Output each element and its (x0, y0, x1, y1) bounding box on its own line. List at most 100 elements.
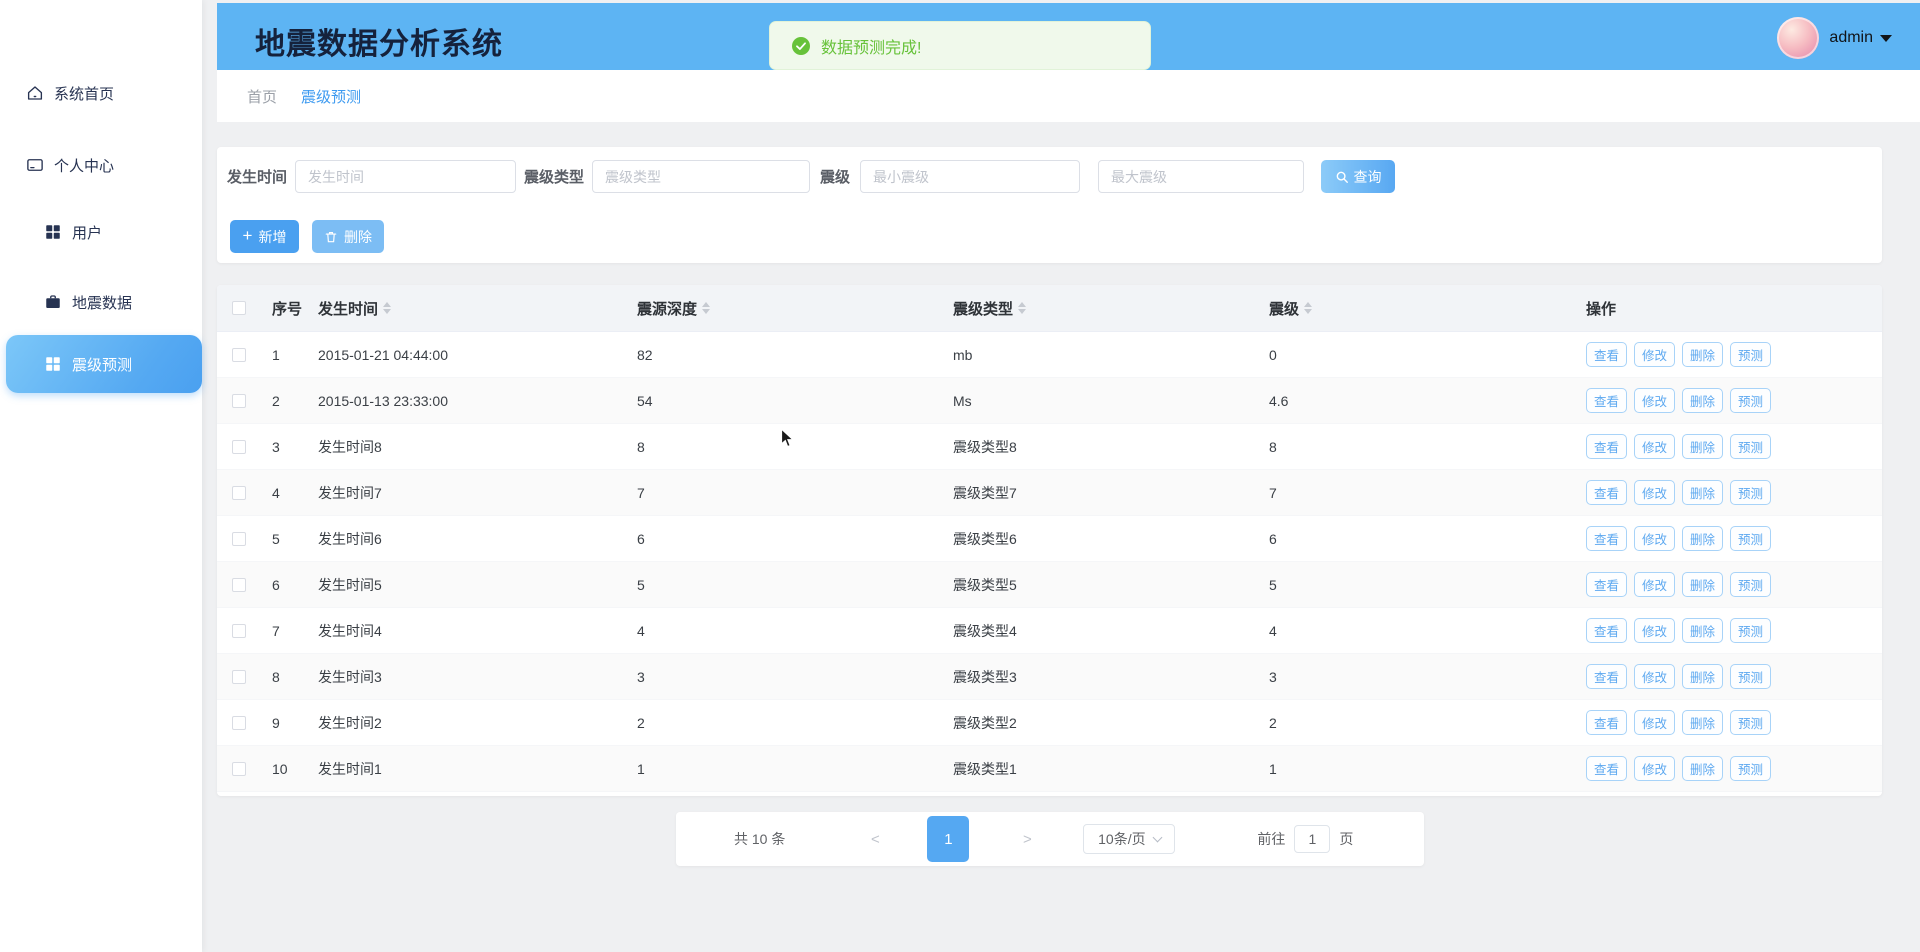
cell-depth: 7 (637, 485, 953, 501)
row-actions: 查看修改删除预测 (1586, 480, 1882, 505)
app-title: 地震数据分析系统 (255, 19, 503, 63)
column-header-magnitude[interactable]: 震级 (1269, 298, 1586, 319)
row-edit-button[interactable]: 修改 (1634, 756, 1675, 781)
min-magnitude-input[interactable] (860, 160, 1080, 193)
sidebar-item-system-home[interactable]: 系统首页 (0, 73, 202, 113)
sidebar-item-personal-center[interactable]: 个人中心 (0, 145, 202, 185)
row-checkbox[interactable] (232, 762, 246, 776)
column-header-label: 震级类型 (953, 298, 1013, 319)
goto-page-input[interactable] (1294, 825, 1330, 853)
row-predict-button[interactable]: 预测 (1730, 388, 1771, 413)
row-predict-button[interactable]: 预测 (1730, 710, 1771, 735)
sidebar-item-earthquake-data[interactable]: 地震数据 (0, 282, 202, 322)
goto-label: 前往 (1257, 829, 1285, 849)
row-view-button[interactable]: 查看 (1586, 756, 1627, 781)
row-predict-button[interactable]: 预测 (1730, 434, 1771, 459)
tab-magnitude-prediction[interactable]: 震级预测 (301, 86, 361, 107)
row-checkbox[interactable] (232, 716, 246, 730)
row-checkbox[interactable] (232, 670, 246, 684)
row-predict-button[interactable]: 预测 (1730, 572, 1771, 597)
row-delete-button[interactable]: 删除 (1682, 710, 1723, 735)
row-predict-button[interactable]: 预测 (1730, 618, 1771, 643)
column-header-occur_time[interactable]: 发生时间 (318, 298, 637, 319)
row-delete-button[interactable]: 删除 (1682, 434, 1723, 459)
column-header-label: 序号 (272, 298, 302, 319)
prev-page-button[interactable]: < (865, 831, 885, 848)
sidebar-item-magnitude-prediction[interactable]: 震级预测 (6, 335, 202, 393)
row-actions: 查看修改删除预测 (1586, 710, 1882, 735)
column-header-depth[interactable]: 震源深度 (637, 298, 953, 319)
row-predict-button[interactable]: 预测 (1730, 526, 1771, 551)
row-edit-button[interactable]: 修改 (1634, 710, 1675, 735)
row-checkbox[interactable] (232, 532, 246, 546)
row-checkbox[interactable] (232, 394, 246, 408)
row-edit-button[interactable]: 修改 (1634, 664, 1675, 689)
occur-time-label: 发生时间 (227, 166, 287, 187)
sort-arrows-icon[interactable] (383, 302, 391, 314)
user-menu[interactable]: admin (1777, 15, 1892, 61)
magnitude-type-input[interactable] (592, 160, 810, 193)
row-predict-button[interactable]: 预测 (1730, 756, 1771, 781)
cell-depth: 8 (637, 439, 953, 455)
row-view-button[interactable]: 查看 (1586, 480, 1627, 505)
select-all-checkbox[interactable] (232, 301, 246, 315)
next-page-button[interactable]: > (1017, 831, 1037, 848)
row-actions: 查看修改删除预测 (1586, 756, 1882, 781)
sort-arrows-icon[interactable] (1018, 302, 1026, 314)
sort-arrows-icon[interactable] (1304, 302, 1312, 314)
row-checkbox[interactable] (232, 578, 246, 592)
tab-home[interactable]: 首页 (247, 86, 277, 107)
row-checkbox[interactable] (232, 440, 246, 454)
row-edit-button[interactable]: 修改 (1634, 572, 1675, 597)
row-delete-button[interactable]: 删除 (1682, 342, 1723, 367)
row-actions: 查看修改删除预测 (1586, 526, 1882, 551)
cell-occur-time: 发生时间8 (318, 437, 637, 457)
column-header-mag_type[interactable]: 震级类型 (953, 298, 1269, 319)
row-edit-button[interactable]: 修改 (1634, 342, 1675, 367)
row-delete-button[interactable]: 删除 (1682, 572, 1723, 597)
row-view-button[interactable]: 查看 (1586, 710, 1627, 735)
row-delete-button[interactable]: 删除 (1682, 480, 1723, 505)
row-delete-button[interactable]: 删除 (1682, 618, 1723, 643)
magnitude-type-label: 震级类型 (524, 166, 584, 187)
row-delete-button[interactable]: 删除 (1682, 664, 1723, 689)
row-checkbox[interactable] (232, 348, 246, 362)
row-view-button[interactable]: 查看 (1586, 664, 1627, 689)
cell-occur-time: 发生时间2 (318, 713, 637, 733)
row-edit-button[interactable]: 修改 (1634, 480, 1675, 505)
row-view-button[interactable]: 查看 (1586, 434, 1627, 459)
row-view-button[interactable]: 查看 (1586, 618, 1627, 643)
user-avatar[interactable] (1777, 17, 1819, 59)
page-size-select[interactable]: 10条/页 (1083, 824, 1175, 854)
row-edit-button[interactable]: 修改 (1634, 618, 1675, 643)
current-page-button[interactable]: 1 (927, 816, 969, 862)
cell-magnitude-type: 震级类型2 (953, 713, 1269, 733)
sidebar-item-users[interactable]: 用户 (0, 212, 202, 252)
row-view-button[interactable]: 查看 (1586, 526, 1627, 551)
search-icon (1335, 170, 1349, 184)
delete-button[interactable]: 删除 (312, 220, 384, 253)
add-button[interactable]: + 新增 (230, 220, 299, 253)
row-predict-button[interactable]: 预测 (1730, 664, 1771, 689)
row-edit-button[interactable]: 修改 (1634, 434, 1675, 459)
row-view-button[interactable]: 查看 (1586, 388, 1627, 413)
row-edit-button[interactable]: 修改 (1634, 526, 1675, 551)
max-magnitude-input[interactable] (1098, 160, 1304, 193)
search-button[interactable]: 查询 (1321, 160, 1395, 193)
row-view-button[interactable]: 查看 (1586, 572, 1627, 597)
row-checkbox[interactable] (232, 624, 246, 638)
row-actions: 查看修改删除预测 (1586, 342, 1882, 367)
row-edit-button[interactable]: 修改 (1634, 388, 1675, 413)
row-checkbox[interactable] (232, 486, 246, 500)
card-icon (26, 156, 44, 174)
occur-time-input[interactable] (295, 160, 516, 193)
row-delete-button[interactable]: 删除 (1682, 526, 1723, 551)
row-delete-button[interactable]: 删除 (1682, 388, 1723, 413)
row-view-button[interactable]: 查看 (1586, 342, 1627, 367)
row-predict-button[interactable]: 预测 (1730, 480, 1771, 505)
sidebar-item-label: 用户 (72, 222, 102, 243)
cell-depth: 54 (637, 393, 953, 409)
sort-arrows-icon[interactable] (702, 302, 710, 314)
row-delete-button[interactable]: 删除 (1682, 756, 1723, 781)
row-predict-button[interactable]: 预测 (1730, 342, 1771, 367)
